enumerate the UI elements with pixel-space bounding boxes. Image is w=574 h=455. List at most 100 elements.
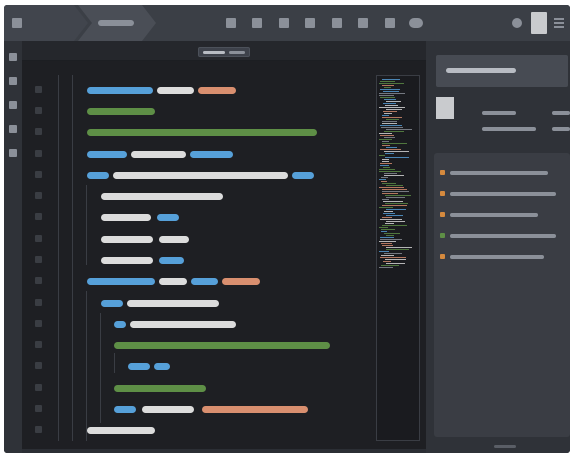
minimap[interactable] xyxy=(376,75,420,441)
minimap-line xyxy=(383,167,390,168)
code-token xyxy=(87,87,153,94)
minimap-line xyxy=(379,107,405,108)
minimap-line xyxy=(386,235,394,236)
minimap-line xyxy=(381,229,395,230)
minimap-line xyxy=(379,227,388,228)
minimap-line xyxy=(380,89,400,90)
toolbar-icon[interactable] xyxy=(305,18,315,28)
breadcrumb-current[interactable] xyxy=(78,5,156,41)
code-token xyxy=(142,406,194,413)
minimap-line xyxy=(379,133,392,134)
meta-value xyxy=(552,127,570,131)
minimap-line xyxy=(379,241,396,242)
view-toggle-active[interactable] xyxy=(203,51,225,54)
code-editor[interactable] xyxy=(22,61,426,449)
minimap-line xyxy=(380,81,395,82)
view-toggle-inactive[interactable] xyxy=(229,51,245,54)
minimap-line xyxy=(386,209,406,210)
meta-line xyxy=(482,127,536,131)
indent-guide xyxy=(100,313,101,423)
code-token xyxy=(222,278,260,285)
list-marker xyxy=(440,254,445,259)
minimap-line xyxy=(382,79,400,80)
line-marker xyxy=(35,171,42,178)
minimap-line xyxy=(380,135,394,136)
minimap-line xyxy=(380,125,402,126)
minimap-line xyxy=(386,185,403,186)
rail-icon[interactable] xyxy=(9,149,17,157)
list-item[interactable] xyxy=(450,192,556,196)
minimap-line xyxy=(385,153,394,154)
list-item[interactable] xyxy=(450,234,556,238)
hamburger-menu-icon[interactable] xyxy=(554,18,564,28)
minimap-line xyxy=(382,161,389,162)
rail-icon[interactable] xyxy=(9,53,17,61)
top-toolbar xyxy=(4,5,570,41)
code-token xyxy=(128,363,150,370)
avatar[interactable] xyxy=(531,12,547,34)
code-token xyxy=(87,151,127,158)
line-marker xyxy=(35,235,42,242)
line-marker xyxy=(35,128,42,135)
rail-icon[interactable] xyxy=(9,77,17,85)
minimap-line xyxy=(382,143,407,144)
minimap-line xyxy=(379,207,393,208)
minimap-line xyxy=(379,139,392,140)
code-token xyxy=(87,278,155,285)
minimap-line xyxy=(384,113,392,114)
minimap-line xyxy=(384,87,391,88)
rail-icon[interactable] xyxy=(9,125,17,133)
minimap-line xyxy=(379,95,394,96)
outline-list xyxy=(434,153,570,437)
minimap-line xyxy=(380,163,392,164)
view-toggle[interactable] xyxy=(198,47,250,57)
notification-icon[interactable] xyxy=(512,18,522,28)
toolbar-icon[interactable] xyxy=(385,18,395,28)
line-marker xyxy=(35,256,42,263)
list-marker xyxy=(440,212,445,217)
toolbar-icon[interactable] xyxy=(226,18,236,28)
toolbar-toggle-icon[interactable] xyxy=(409,18,423,28)
line-marker xyxy=(35,320,42,327)
indent-guide xyxy=(86,291,87,441)
line-marker xyxy=(35,150,42,157)
minimap-line xyxy=(385,203,408,204)
toolbar-icon[interactable] xyxy=(332,18,342,28)
list-item[interactable] xyxy=(450,213,538,217)
minimap-line xyxy=(381,177,388,178)
minimap-line xyxy=(382,189,407,190)
minimap-line xyxy=(386,101,401,102)
line-marker xyxy=(35,86,42,93)
minimap-line xyxy=(379,251,389,252)
list-marker xyxy=(440,191,445,196)
minimap-line xyxy=(379,187,404,188)
minimap-line xyxy=(385,105,398,106)
minimap-line xyxy=(382,85,394,86)
minimap-line xyxy=(385,157,409,158)
rail-icon[interactable] xyxy=(9,101,17,109)
panel-footer-handle[interactable] xyxy=(494,445,516,448)
minimap-line xyxy=(384,211,393,212)
code-token xyxy=(130,321,236,328)
minimap-line xyxy=(381,181,387,182)
line-marker xyxy=(35,426,42,433)
minimap-line xyxy=(382,245,393,246)
toolbar-icon[interactable] xyxy=(279,18,289,28)
breadcrumb-root[interactable] xyxy=(4,5,88,41)
code-token xyxy=(114,321,126,328)
toolbar-icon[interactable] xyxy=(358,18,368,28)
minimap-line xyxy=(384,131,404,132)
toolbar-icon[interactable] xyxy=(252,18,262,28)
line-marker xyxy=(35,107,42,114)
list-item[interactable] xyxy=(450,255,544,259)
panel-header[interactable] xyxy=(436,55,568,87)
code-token xyxy=(114,385,206,392)
minimap-line xyxy=(379,83,404,84)
list-item[interactable] xyxy=(450,171,548,175)
list-marker xyxy=(440,233,445,238)
editor-header xyxy=(22,41,426,61)
line-marker xyxy=(35,405,42,412)
code-token xyxy=(292,172,314,179)
minimap-line xyxy=(384,175,404,176)
line-marker xyxy=(35,341,42,348)
